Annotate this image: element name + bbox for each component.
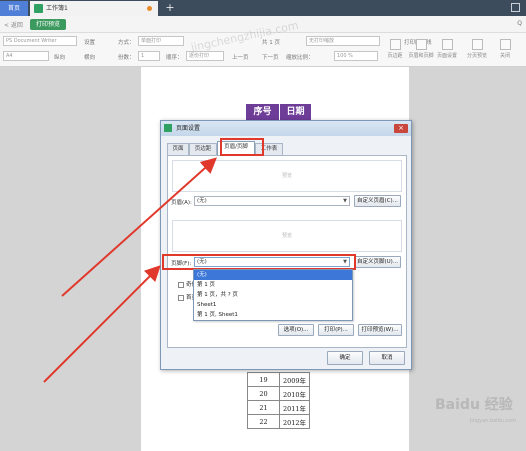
footer-dropdown-list: (无) 第 1 页 第 1 页，共 ? 页 Sheet1 第 1 页, Shee…	[193, 269, 353, 321]
dropdown-option[interactable]: 第 1 页，共 ? 页	[194, 290, 352, 300]
dropdown-option[interactable]: Sheet1	[194, 300, 352, 310]
dropdown-option[interactable]: 第 1 页, Sheet1	[194, 310, 352, 320]
dropdown-option[interactable]: 第 1 页	[194, 280, 352, 290]
annotation-arrows	[43, 157, 217, 383]
baidu-watermark-url: jingyan.baidu.com	[470, 418, 517, 424]
dropdown-option[interactable]: (无)	[194, 270, 352, 280]
arrow-to-tab	[61, 157, 217, 297]
arrow-to-footer	[43, 265, 161, 383]
baidu-watermark-logo: Baidu 经验	[435, 397, 513, 413]
